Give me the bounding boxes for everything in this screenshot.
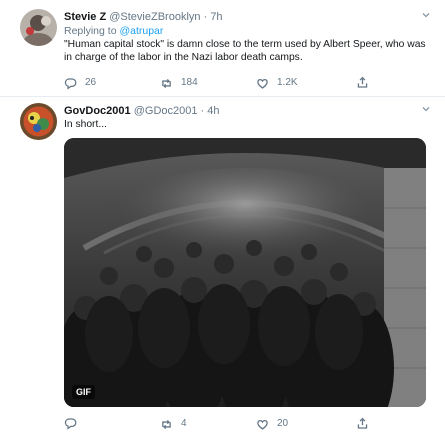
retweet-count: 4 <box>181 418 187 429</box>
chevron-down-icon[interactable] <box>421 104 431 119</box>
reply-count: 26 <box>85 77 97 88</box>
display-name[interactable]: Stevie Z <box>64 11 106 23</box>
tweet-actions: 26 184 1.2K <box>64 76 384 90</box>
reply-button[interactable] <box>64 417 85 430</box>
like-count: 1.2K <box>277 77 298 88</box>
reply-icon <box>64 77 77 90</box>
avatar[interactable] <box>20 9 57 46</box>
display-name[interactable]: GovDoc2001 <box>64 105 131 117</box>
like-count: 20 <box>277 418 289 429</box>
reply-to-handle[interactable]: @atrupar <box>119 25 163 37</box>
like-icon <box>257 78 268 89</box>
gif-media[interactable]: GIF <box>64 138 426 407</box>
tweet-text: In short... <box>64 119 107 130</box>
like-icon <box>257 419 268 430</box>
avatar[interactable] <box>20 103 57 140</box>
reply-button[interactable]: 26 <box>64 76 96 90</box>
user-handle[interactable]: @GDoc2001 <box>134 105 198 117</box>
share-button[interactable] <box>356 417 369 430</box>
retweet-button[interactable]: 4 <box>160 417 187 431</box>
tweet-header: Stevie Z @StevieZBrooklyn · 7h <box>64 10 431 24</box>
retweet-icon <box>162 78 171 88</box>
reply-icon <box>64 418 77 430</box>
gif-frame <box>64 138 426 407</box>
like-button[interactable]: 20 <box>256 417 288 431</box>
retweet-count: 184 <box>181 77 198 88</box>
gif-badge: GIF <box>72 385 95 399</box>
share-button[interactable] <box>356 76 369 89</box>
tweet-text: "Human capital stock" is damn close to t… <box>64 39 426 63</box>
tweet[interactable]: GovDoc2001 @GDoc2001 · 4h In short... GI… <box>0 97 445 445</box>
retweet-button[interactable]: 184 <box>160 76 198 90</box>
reply-context: Replying to @atrupar <box>64 24 431 38</box>
separator: · <box>200 105 205 117</box>
replying-to-label: Replying to <box>64 25 117 37</box>
chevron-down-icon[interactable] <box>421 10 431 25</box>
tweet-actions: 4 20 <box>64 417 384 431</box>
timestamp[interactable]: 4h <box>207 105 219 117</box>
timestamp[interactable]: 7h <box>210 11 222 23</box>
user-handle[interactable]: @StevieZBrooklyn <box>109 11 200 23</box>
retweet-icon <box>162 419 171 429</box>
like-button[interactable]: 1.2K <box>256 76 298 90</box>
separator: · <box>203 11 208 23</box>
tweet[interactable]: Stevie Z @StevieZBrooklyn · 7h Replying … <box>0 0 445 97</box>
share-icon <box>357 76 368 88</box>
share-icon <box>357 417 368 429</box>
tweet-header: GovDoc2001 @GDoc2001 · 4h <box>64 104 431 118</box>
